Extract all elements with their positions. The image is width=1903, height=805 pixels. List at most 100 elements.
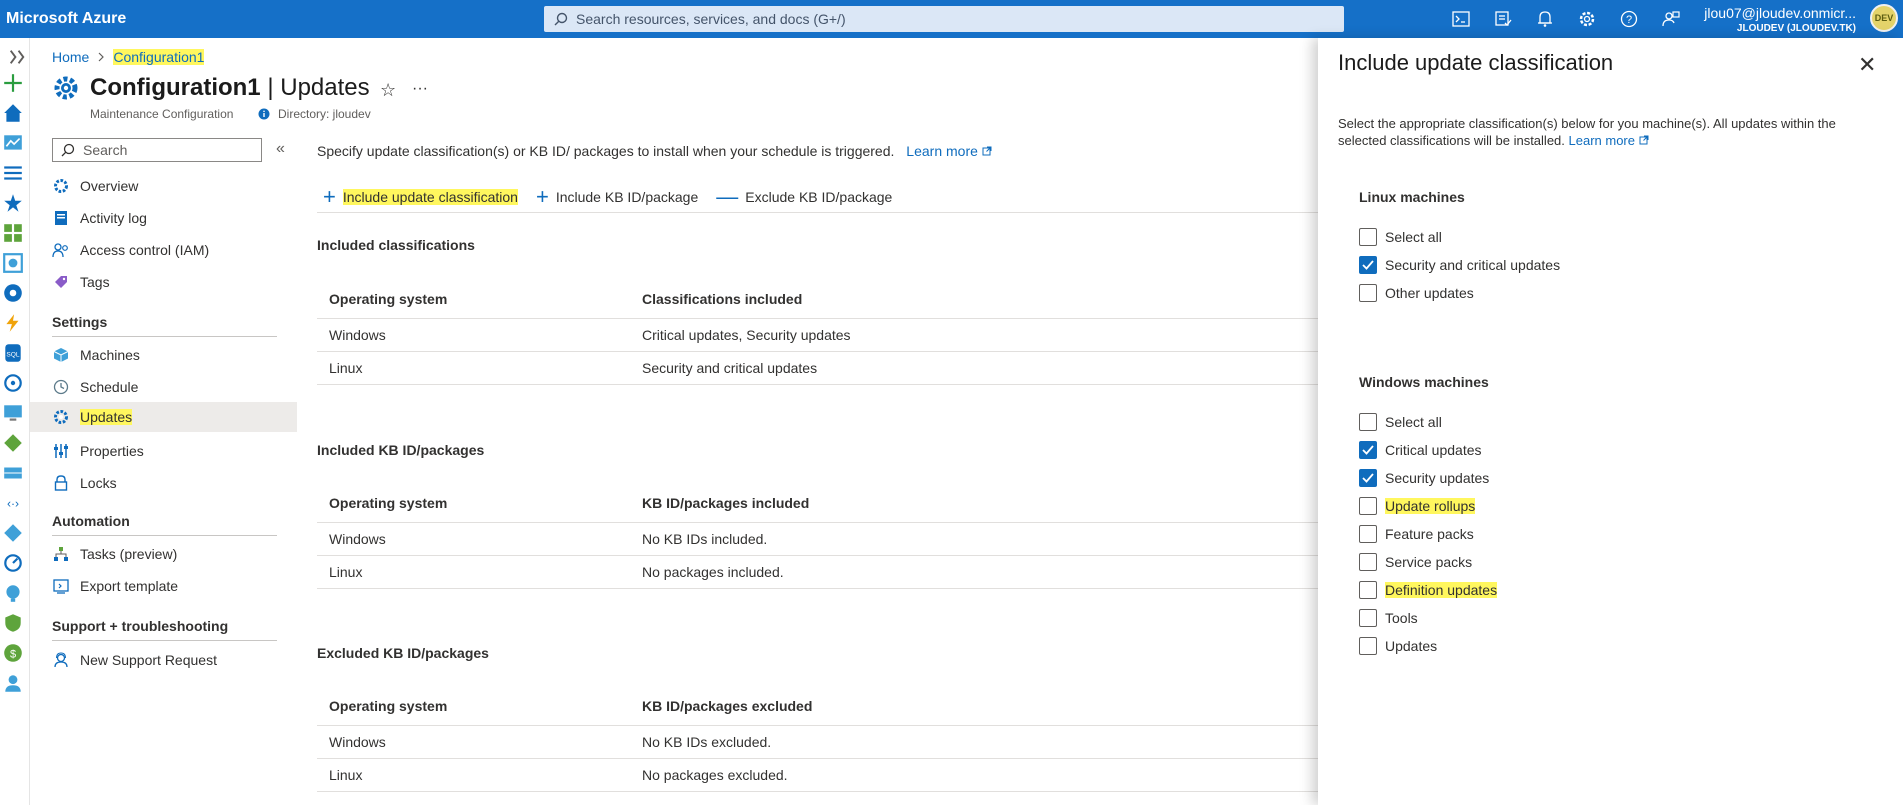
home-icon[interactable]: [2, 102, 24, 124]
help-icon[interactable]: ?: [1618, 8, 1640, 30]
menu-group-automation: Automation: [52, 513, 130, 529]
panel-learn-more-link[interactable]: Learn more: [1569, 133, 1649, 148]
favorite-star-icon[interactable]: ☆: [380, 80, 396, 101]
menu-item-export-template[interactable]: Export template: [44, 571, 297, 601]
checkbox-box: [1359, 284, 1377, 302]
account-info[interactable]: jlou07@jloudev.onmicr... JLOUDEV (JLOUDE…: [1690, 5, 1856, 34]
more-options-icon[interactable]: ···: [412, 80, 428, 98]
directory-label: Directory: jloudev: [278, 107, 371, 121]
menu-item-label: Overview: [80, 178, 139, 194]
sql-databases-icon[interactable]: SQL: [2, 342, 24, 364]
menu-item-activity-log[interactable]: Activity log: [44, 203, 297, 233]
menu-item-machines[interactable]: Machines: [44, 340, 297, 370]
updates-description: Specify update classification(s) or KB I…: [317, 143, 992, 159]
table-cell-os: Linux: [329, 564, 363, 580]
lock-icon: [52, 474, 70, 492]
all-services-icon[interactable]: [2, 162, 24, 184]
load-balancers-icon[interactable]: [2, 432, 24, 454]
close-icon[interactable]: ✕: [1858, 52, 1876, 78]
table-row: Windows No KB IDs included.: [317, 523, 1320, 556]
windows-select-all-checkbox[interactable]: Select all: [1359, 413, 1442, 431]
menu-item-schedule[interactable]: Schedule: [44, 372, 297, 402]
menu-item-updates[interactable]: Updates: [30, 402, 297, 432]
menu-search-placeholder: Search: [83, 142, 128, 158]
menu-item-label: New Support Request: [80, 652, 217, 668]
checkbox-box: [1359, 525, 1377, 543]
expand-chevron-icon[interactable]: [6, 46, 28, 68]
collapse-menu-icon[interactable]: «: [276, 140, 285, 158]
security-center-icon[interactable]: [2, 612, 24, 634]
linux-select-all-checkbox[interactable]: Select all: [1359, 228, 1442, 246]
column-header: Operating system: [329, 290, 448, 307]
breadcrumb-home[interactable]: Home: [52, 49, 89, 65]
checkmark-icon: [1362, 260, 1374, 270]
resource-groups-icon[interactable]: [2, 252, 24, 274]
entra-id-icon[interactable]: [2, 522, 24, 544]
menu-item-tasks[interactable]: Tasks (preview): [44, 539, 297, 569]
activity-log-icon: [52, 209, 70, 227]
monitor-icon[interactable]: [2, 552, 24, 574]
menu-search-input[interactable]: Search: [52, 138, 262, 162]
checkbox-box: [1359, 256, 1377, 274]
help-support-icon[interactable]: [2, 672, 24, 694]
brand-label[interactable]: Microsoft Azure: [6, 10, 126, 28]
app-services-icon[interactable]: [2, 282, 24, 304]
menu-item-access-control[interactable]: Access control (IAM): [44, 235, 297, 265]
menu-item-new-support-request[interactable]: New Support Request: [44, 645, 297, 675]
menu-item-label: Tags: [80, 274, 110, 290]
menu-item-properties[interactable]: Properties: [44, 436, 297, 466]
menu-item-label: Properties: [80, 443, 144, 459]
dashboard-icon[interactable]: [2, 132, 24, 154]
favorites-star-icon[interactable]: [2, 192, 24, 214]
cloud-shell-icon[interactable]: [1450, 8, 1472, 30]
tag-icon: [52, 273, 70, 291]
cost-management-icon[interactable]: $: [2, 642, 24, 664]
windows-definition-updates-checkbox[interactable]: Definition updates: [1359, 581, 1498, 599]
included-classifications-table: Operating system Classifications included…: [317, 279, 1320, 385]
windows-security-updates-checkbox[interactable]: Security updates: [1359, 469, 1489, 487]
windows-critical-updates-checkbox[interactable]: Critical updates: [1359, 441, 1482, 459]
account-name: jlou07@jloudev.onmicr...: [1704, 5, 1856, 21]
include-classification-button[interactable]: + Include update classification: [323, 186, 518, 208]
menu-divider: [52, 535, 277, 536]
tasks-hierarchy-icon: [52, 545, 70, 563]
windows-tools-checkbox[interactable]: Tools: [1359, 609, 1418, 627]
function-app-icon[interactable]: [2, 312, 24, 334]
learn-more-link[interactable]: Learn more: [906, 143, 992, 159]
include-kb-button[interactable]: + Include KB ID/package: [536, 186, 698, 208]
virtual-machines-icon[interactable]: [2, 402, 24, 424]
menu-item-tags[interactable]: Tags: [44, 267, 297, 297]
settings-gear-icon[interactable]: [1576, 8, 1598, 30]
directory-filter-icon[interactable]: [1492, 8, 1514, 30]
linux-other-updates-checkbox[interactable]: Other updates: [1359, 284, 1474, 302]
menu-group-settings: Settings: [52, 314, 108, 330]
menu-item-locks[interactable]: Locks: [44, 468, 297, 498]
clock-icon: [52, 378, 70, 396]
breadcrumb-current[interactable]: Configuration1: [113, 49, 205, 65]
breadcrumb: Home Configuration1: [52, 49, 205, 65]
table-cell-value: No packages included.: [642, 564, 784, 580]
windows-feature-packs-checkbox[interactable]: Feature packs: [1359, 525, 1474, 543]
windows-service-packs-checkbox[interactable]: Service packs: [1359, 553, 1472, 571]
virtual-networks-icon[interactable]: ‹·›: [2, 492, 24, 514]
menu-item-label: Access control (IAM): [80, 242, 210, 258]
storage-accounts-icon[interactable]: [2, 462, 24, 484]
windows-updates-checkbox[interactable]: Updates: [1359, 637, 1437, 655]
feedback-icon[interactable]: [1660, 8, 1682, 30]
avatar[interactable]: DEV: [1870, 4, 1898, 32]
advisor-icon[interactable]: [2, 582, 24, 604]
info-icon: [258, 108, 270, 120]
linux-security-critical-checkbox[interactable]: Security and critical updates: [1359, 256, 1560, 274]
windows-update-rollups-checkbox[interactable]: Update rollups: [1359, 497, 1476, 515]
column-header: Classifications included: [642, 290, 803, 307]
create-resource-icon[interactable]: [2, 72, 24, 94]
global-search-input[interactable]: Search resources, services, and docs (G+…: [544, 6, 1344, 32]
checkbox-label: Security and critical updates: [1385, 257, 1561, 273]
notifications-bell-icon[interactable]: [1534, 8, 1556, 30]
exclude-kb-button[interactable]: — Exclude KB ID/package: [716, 186, 892, 208]
included-kb-table: Operating system KB ID/packages included …: [317, 483, 1320, 589]
all-resources-icon[interactable]: [2, 222, 24, 244]
menu-item-overview[interactable]: Overview: [44, 171, 297, 201]
cosmos-db-icon[interactable]: [2, 372, 24, 394]
table-row: Windows Critical updates, Security update…: [317, 319, 1320, 352]
